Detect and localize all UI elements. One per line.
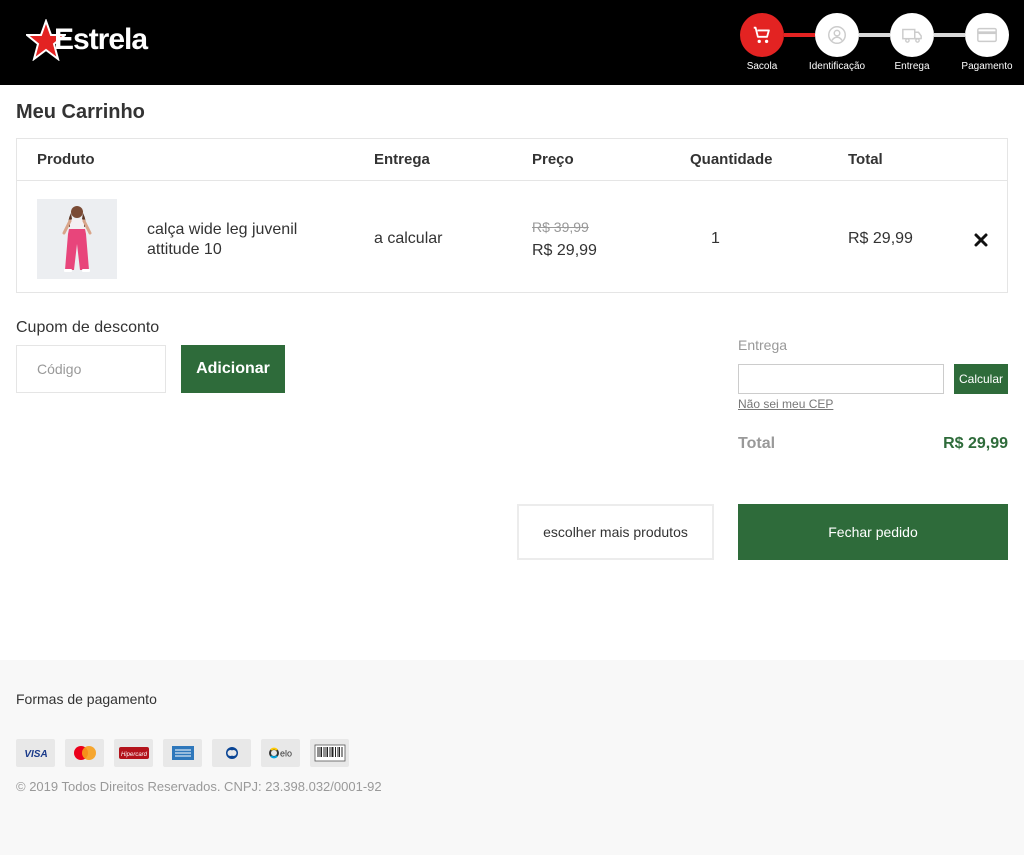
checkout-steps: Sacola Identificação Entrega Pagamento bbox=[740, 13, 1024, 77]
product-quantity[interactable]: 1 bbox=[711, 230, 720, 248]
boleto-icon bbox=[310, 739, 349, 767]
table-row: calça wide leg juvenil attitude 10 a cal… bbox=[17, 181, 1007, 293]
close-icon bbox=[974, 233, 988, 247]
step-sacola[interactable] bbox=[740, 13, 784, 57]
product-image[interactable] bbox=[37, 199, 117, 279]
svg-text:Hipercard: Hipercard bbox=[120, 752, 147, 758]
step-pagamento[interactable] bbox=[965, 13, 1009, 57]
hipercard-icon: Hipercard bbox=[114, 739, 153, 767]
coupon-label: Cupom de desconto bbox=[16, 319, 160, 336]
cart-icon bbox=[753, 26, 770, 44]
total-label: Total bbox=[738, 435, 776, 452]
svg-text:VISA: VISA bbox=[24, 749, 47, 760]
step-entrega[interactable] bbox=[890, 13, 934, 57]
coupon-input[interactable] bbox=[16, 345, 166, 393]
checkout-button[interactable]: Fechar pedido bbox=[738, 504, 1008, 560]
header-entrega: Entrega bbox=[374, 151, 430, 168]
product-price: R$ 29,99 bbox=[532, 242, 597, 259]
truck-icon bbox=[902, 28, 922, 43]
payment-methods-list: VISA Hipercard elo bbox=[16, 739, 349, 767]
product-name[interactable]: calça wide leg juvenil attitude 10 bbox=[147, 220, 337, 260]
elo-icon: elo bbox=[261, 739, 300, 767]
diners-icon bbox=[212, 739, 251, 767]
step-label-pagamento: Pagamento bbox=[961, 61, 1013, 72]
product-photo-icon bbox=[37, 199, 117, 279]
card-icon bbox=[977, 27, 997, 43]
table-header: Produto Entrega Preço Quantidade Total bbox=[17, 139, 1007, 181]
choose-more-products-button[interactable]: escolher mais produtos bbox=[517, 504, 714, 560]
cep-input[interactable] bbox=[738, 364, 944, 394]
mastercard-icon bbox=[65, 739, 104, 767]
visa-icon: VISA bbox=[16, 739, 55, 767]
header-total: Total bbox=[848, 151, 883, 168]
amex-icon bbox=[163, 739, 202, 767]
svg-text:elo: elo bbox=[279, 749, 291, 759]
site-footer: Formas de pagamento VISA Hipercard elo ©… bbox=[0, 660, 1024, 855]
step-identificacao[interactable] bbox=[815, 13, 859, 57]
header-produto: Produto bbox=[37, 151, 95, 168]
logo-text: Estrela bbox=[54, 23, 148, 56]
shipping-label: Entrega bbox=[738, 337, 788, 353]
page-title: Meu Carrinho bbox=[16, 101, 145, 123]
product-old-price: R$ 39,99 bbox=[532, 219, 589, 235]
step-connector bbox=[784, 33, 815, 37]
step-connector bbox=[934, 33, 965, 37]
header-preco: Preço bbox=[532, 151, 574, 168]
copyright-text: © 2019 Todos Direitos Reservados. CNPJ: … bbox=[16, 779, 382, 794]
add-coupon-button[interactable]: Adicionar bbox=[181, 345, 285, 393]
product-delivery: a calcular bbox=[374, 230, 443, 247]
header-quantidade: Quantidade bbox=[690, 151, 773, 168]
remove-item-button[interactable] bbox=[973, 232, 989, 248]
payment-methods-title: Formas de pagamento bbox=[16, 691, 157, 707]
site-header: Estrela Sacola Identificação Entrega Pag… bbox=[0, 0, 1024, 85]
user-icon bbox=[828, 26, 846, 44]
cart-table: Produto Entrega Preço Quantidade Total c… bbox=[16, 138, 1008, 293]
estrela-logo[interactable]: Estrela bbox=[26, 18, 148, 62]
step-connector bbox=[859, 33, 890, 37]
calculate-shipping-button[interactable]: Calcular bbox=[954, 364, 1008, 394]
product-total: R$ 29,99 bbox=[848, 230, 913, 247]
unknown-cep-link[interactable]: Não sei meu CEP bbox=[738, 397, 833, 411]
total-value: R$ 29,99 bbox=[943, 435, 1008, 452]
